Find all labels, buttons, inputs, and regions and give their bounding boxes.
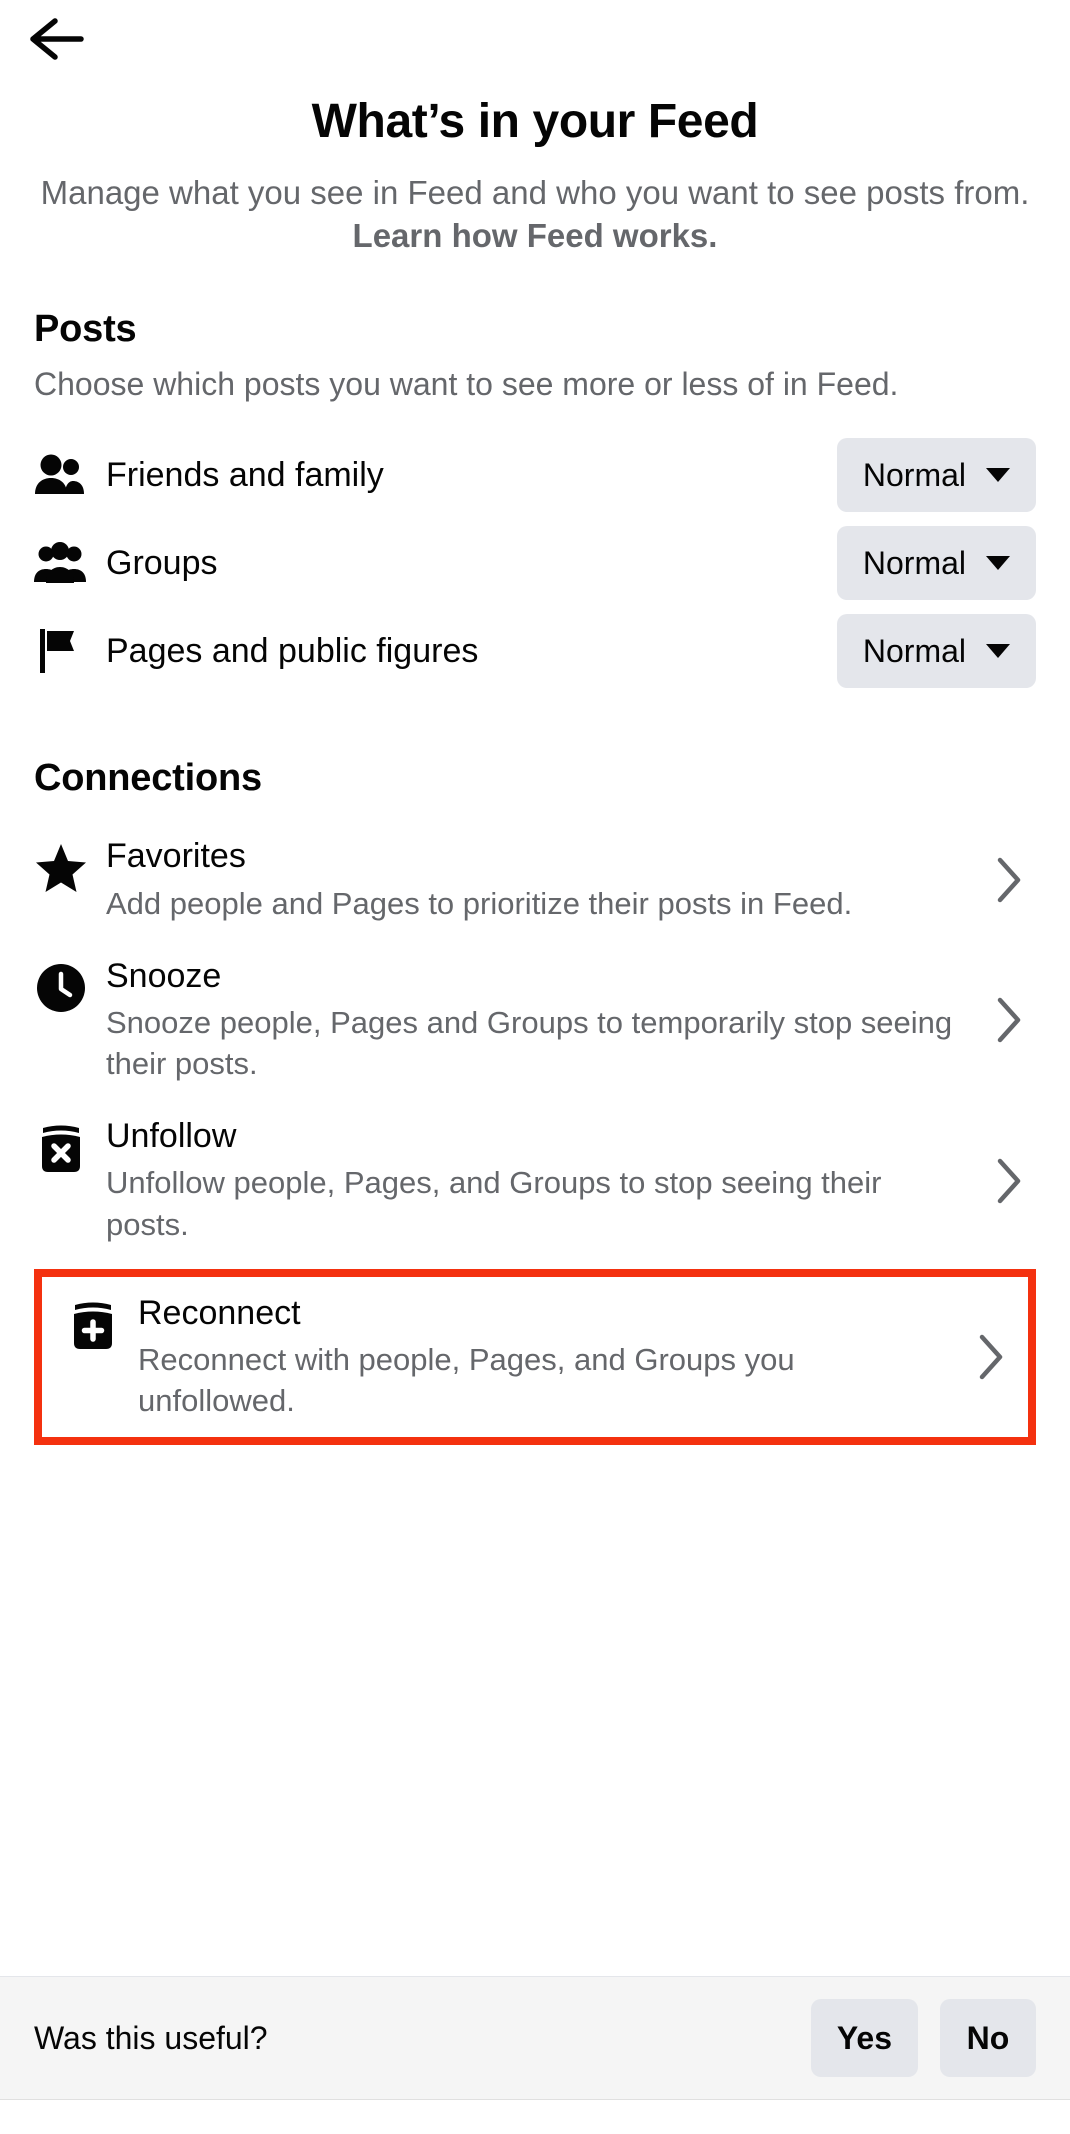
chevron-down-icon [986, 644, 1010, 659]
post-row-pages-and-public-figures[interactable]: Pages and public figures Normal [34, 607, 1036, 695]
groups-icon [34, 541, 92, 585]
connection-title: Snooze [106, 956, 222, 995]
feedback-footer: Was this useful? Yes No [0, 1976, 1070, 2100]
connections-section-title: Connections [34, 757, 262, 800]
post-row-label: Friends and family [106, 455, 384, 494]
groups-dropdown[interactable]: Normal [836, 526, 1036, 601]
page-title: What’s in your Feed [311, 95, 759, 148]
chevron-down-icon [986, 556, 1010, 571]
post-row-groups[interactable]: Groups Normal [34, 519, 1036, 607]
feedback-question: Was this useful? [34, 2019, 268, 2056]
connection-row-snooze[interactable]: Snooze Snooze people, Pages and Groups t… [34, 942, 1036, 1103]
connection-title: Reconnect [138, 1293, 301, 1332]
page-subtitle-text: Manage what you see in Feed and who you … [40, 173, 1030, 211]
dropdown-value: Normal [862, 544, 966, 581]
dropdown-value: Normal [862, 456, 966, 493]
connection-row-unfollow[interactable]: Unfollow Unfollow people, Pages, and Gro… [34, 1102, 1036, 1263]
connection-description: Unfollow people, Pages, and Groups to st… [106, 1165, 882, 1242]
page-header: What’s in your Feed Manage what you see … [0, 78, 1070, 258]
connection-body: Reconnect Reconnect with people, Pages, … [124, 1293, 964, 1422]
connection-description: Snooze people, Pages and Groups to tempo… [106, 1004, 953, 1082]
dropdown-value: Normal [862, 632, 966, 669]
posts-section-description: Choose which posts you want to see more … [34, 365, 899, 402]
clock-icon [34, 956, 92, 1014]
friends-icon [34, 453, 92, 497]
chevron-right-icon[interactable] [982, 996, 1036, 1044]
connection-body: Unfollow Unfollow people, Pages, and Gro… [92, 1116, 982, 1245]
arrow-left-icon [30, 18, 84, 60]
post-row-friends-and-family[interactable]: Friends and family Normal [34, 431, 1036, 519]
chevron-right-icon[interactable] [964, 1333, 1018, 1381]
connection-description: Reconnect with people, Pages, and Groups… [138, 1341, 795, 1419]
post-row-label: Groups [106, 543, 218, 582]
chevron-down-icon [986, 468, 1010, 483]
posts-section: Posts Choose which posts you want to see… [0, 308, 1070, 696]
reconnect-icon [66, 1293, 124, 1353]
connection-description: Add people and Pages to prioritize their… [106, 885, 853, 921]
post-row-label: Pages and public figures [106, 631, 479, 670]
chevron-right-icon[interactable] [982, 856, 1036, 904]
posts-rows: Friends and family Normal Groups Normal … [34, 431, 1036, 695]
connections-rows: Favorites Add people and Pages to priori… [34, 822, 1036, 1446]
feedback-no-button[interactable]: No [940, 1999, 1036, 2077]
friends-and-family-dropdown[interactable]: Normal [836, 438, 1036, 513]
connection-row-favorites[interactable]: Favorites Add people and Pages to priori… [34, 822, 1036, 941]
feedback-buttons: Yes No [810, 1999, 1036, 2077]
top-bar [0, 0, 1070, 78]
learn-how-feed-works-link[interactable]: Learn how Feed works. [353, 217, 718, 254]
posts-section-title: Posts [34, 307, 137, 350]
star-icon [34, 836, 92, 894]
bottom-tail [0, 2100, 1070, 2134]
connections-section: Connections Favorites Add people and Pag… [0, 757, 1070, 1446]
unfollow-icon [34, 1116, 92, 1176]
feedback-yes-button[interactable]: Yes [810, 1999, 918, 2077]
connection-body: Snooze Snooze people, Pages and Groups t… [92, 956, 982, 1085]
flag-icon [34, 627, 92, 675]
connection-title: Favorites [106, 837, 246, 876]
connection-title: Unfollow [106, 1117, 237, 1156]
chevron-right-icon[interactable] [982, 1157, 1036, 1205]
back-button[interactable] [28, 7, 92, 71]
feed-preferences-screen: What’s in your Feed Manage what you see … [0, 0, 1070, 2134]
connection-row-reconnect[interactable]: Reconnect Reconnect with people, Pages, … [34, 1268, 1036, 1446]
layout-spacer [0, 1445, 1070, 1950]
connection-body: Favorites Add people and Pages to priori… [92, 836, 982, 923]
page-subtitle: Manage what you see in Feed and who you … [34, 171, 1036, 258]
pages-and-public-figures-dropdown[interactable]: Normal [836, 614, 1036, 689]
